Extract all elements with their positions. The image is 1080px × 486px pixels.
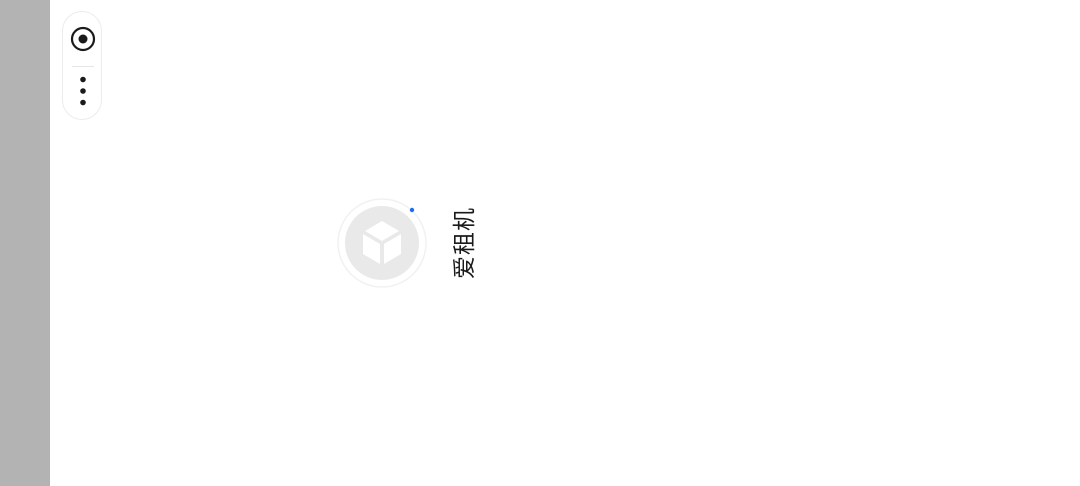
spinner-dot — [409, 207, 415, 213]
loader-logo-bg — [345, 206, 419, 280]
loading-indicator — [336, 197, 428, 289]
record-button[interactable] — [63, 14, 103, 64]
more-options-button[interactable] — [63, 66, 103, 116]
more-vertical-icon — [80, 76, 86, 106]
app-name: 爱租机 — [452, 207, 478, 279]
record-icon — [70, 26, 96, 52]
side-strip — [0, 0, 50, 486]
mini-program-capsule — [62, 11, 102, 120]
